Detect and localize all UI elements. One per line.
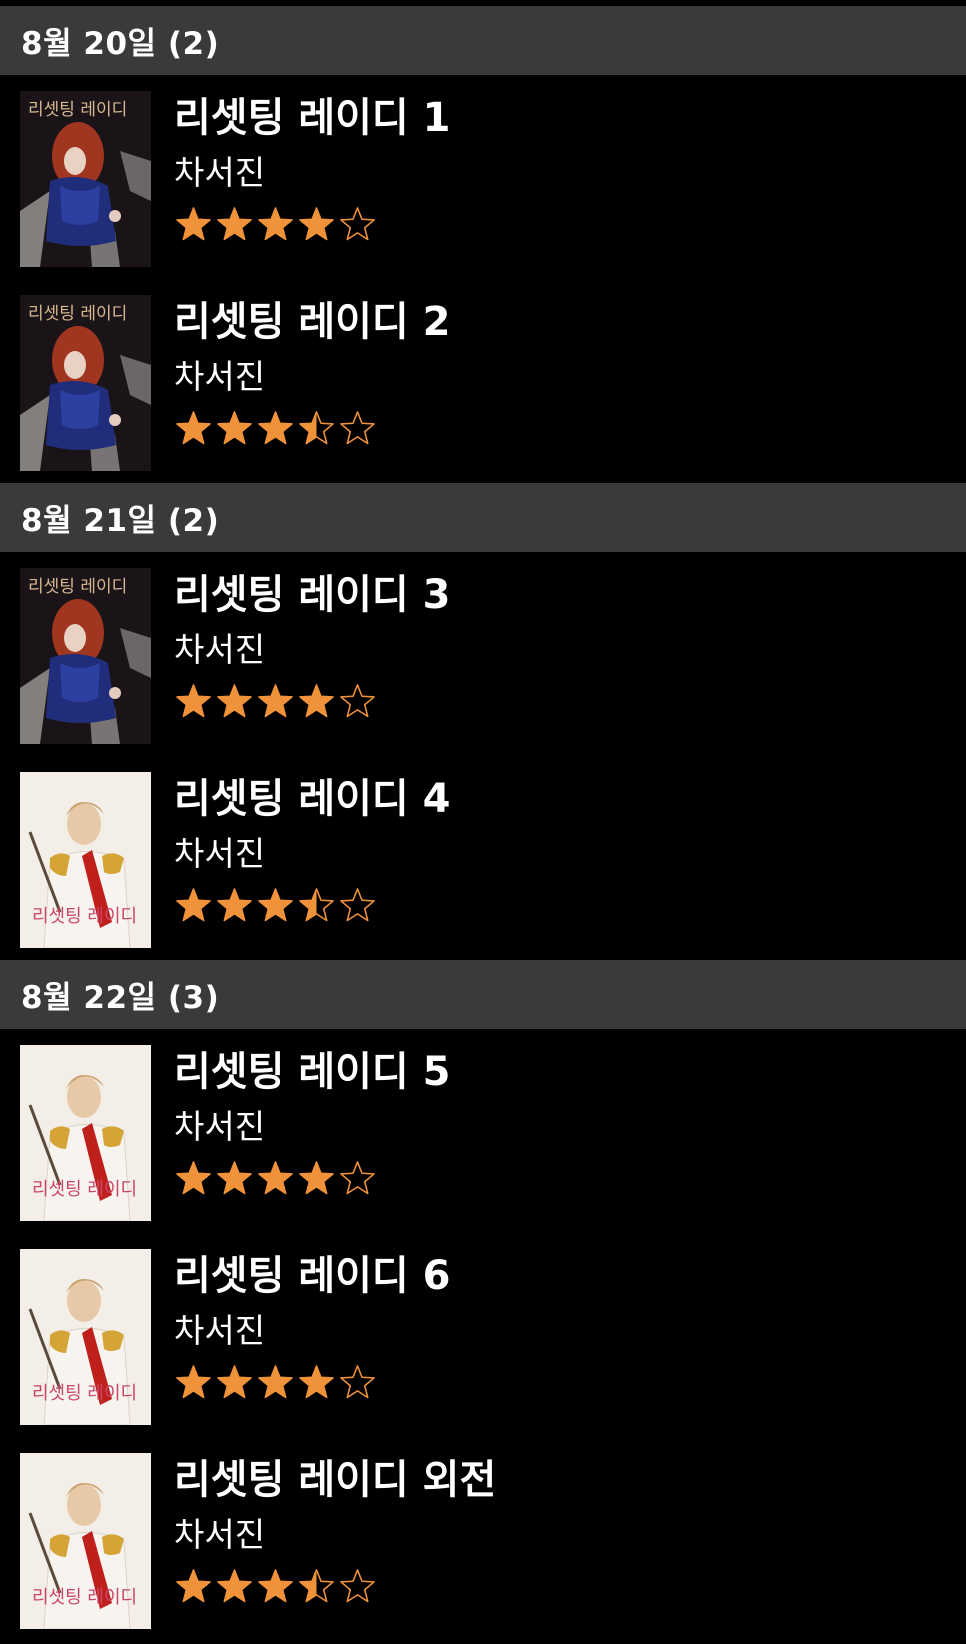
book-title: 리셋팅 레이디 5 <box>174 1049 451 1095</box>
star-full-icon <box>256 1363 295 1407</box>
book-cover-image: 리셋팅 레이디 <box>20 1249 151 1425</box>
star-full-icon <box>297 682 336 726</box>
star-full-icon <box>297 1159 336 1203</box>
star-rating <box>174 1363 946 1407</box>
section-header: 8월 22일 (3) <box>0 960 966 1029</box>
star-full-icon <box>174 205 213 249</box>
book-list: 8월 20일 (2) 리셋팅 레이디 리셋팅 레이디 1 차서진 리셋팅 레이디 … <box>0 6 966 1641</box>
book-title: 리셋팅 레이디 3 <box>174 572 451 618</box>
star-full-icon <box>215 1363 254 1407</box>
star-full-icon <box>256 409 295 453</box>
book-title: 리셋팅 레이디 외전 <box>174 1457 497 1503</box>
star-full-icon <box>256 205 295 249</box>
star-full-icon <box>215 409 254 453</box>
book-info: 리셋팅 레이디 3 차서진 <box>174 568 946 726</box>
book-cover-image: 리셋팅 레이디 <box>20 1045 151 1221</box>
star-empty-icon <box>338 1567 377 1611</box>
book-row[interactable]: 리셋팅 레이디 리셋팅 레이디 6 차서진 <box>0 1233 966 1437</box>
star-empty-icon <box>338 205 377 249</box>
book-author: 차서진 <box>174 834 266 873</box>
star-full-icon <box>256 1159 295 1203</box>
star-full-icon <box>215 682 254 726</box>
star-full-icon <box>297 1363 336 1407</box>
star-full-icon <box>174 1363 213 1407</box>
star-full-icon <box>256 886 295 930</box>
book-title: 리셋팅 레이디 4 <box>174 776 451 822</box>
book-author: 차서진 <box>174 630 266 669</box>
book-author: 차서진 <box>174 1311 266 1350</box>
star-full-icon <box>174 1567 213 1611</box>
star-rating <box>174 886 946 930</box>
star-empty-icon <box>338 409 377 453</box>
cover-title-text: 리셋팅 레이디 <box>28 100 127 120</box>
cover-title-text: 리셋팅 레이디 <box>32 906 137 927</box>
book-row[interactable]: 리셋팅 레이디 리셋팅 레이디 2 차서진 <box>0 279 966 483</box>
book-info: 리셋팅 레이디 2 차서진 <box>174 295 946 453</box>
book-author: 차서진 <box>174 153 266 192</box>
star-full-icon <box>174 682 213 726</box>
book-cover-image: 리셋팅 레이디 <box>20 1453 151 1629</box>
star-half-icon <box>297 409 336 453</box>
section-header: 8월 20일 (2) <box>0 6 966 75</box>
cover-title-text: 리셋팅 레이디 <box>28 304 127 324</box>
book-author: 차서진 <box>174 357 266 396</box>
star-rating <box>174 1567 946 1611</box>
star-half-icon <box>297 886 336 930</box>
star-rating <box>174 205 946 249</box>
star-full-icon <box>297 205 336 249</box>
book-title: 리셋팅 레이디 2 <box>174 299 451 345</box>
star-full-icon <box>174 409 213 453</box>
book-row[interactable]: 리셋팅 레이디 리셋팅 레이디 외전차서진 <box>0 1437 966 1641</box>
star-empty-icon <box>338 682 377 726</box>
star-empty-icon <box>338 886 377 930</box>
book-title: 리셋팅 레이디 6 <box>174 1253 451 1299</box>
star-full-icon <box>215 1159 254 1203</box>
star-empty-icon <box>338 1159 377 1203</box>
book-info: 리셋팅 레이디 6 차서진 <box>174 1249 946 1407</box>
cover-title-text: 리셋팅 레이디 <box>32 1383 137 1404</box>
book-author: 차서진 <box>174 1107 266 1146</box>
star-full-icon <box>256 1567 295 1611</box>
star-full-icon <box>174 1159 213 1203</box>
book-info: 리셋팅 레이디 외전차서진 <box>174 1453 946 1611</box>
book-author: 차서진 <box>174 1515 266 1554</box>
star-full-icon <box>174 886 213 930</box>
book-info: 리셋팅 레이디 4 차서진 <box>174 772 946 930</box>
star-full-icon <box>215 205 254 249</box>
book-row[interactable]: 리셋팅 레이디 리셋팅 레이디 4 차서진 <box>0 756 966 960</box>
cover-title-text: 리셋팅 레이디 <box>28 577 127 597</box>
star-full-icon <box>215 1567 254 1611</box>
star-full-icon <box>256 682 295 726</box>
book-title: 리셋팅 레이디 1 <box>174 95 451 141</box>
book-row[interactable]: 리셋팅 레이디 리셋팅 레이디 3 차서진 <box>0 552 966 756</box>
star-half-icon <box>297 1567 336 1611</box>
book-info: 리셋팅 레이디 5 차서진 <box>174 1045 946 1203</box>
book-cover-image: 리셋팅 레이디 <box>20 91 151 267</box>
star-rating <box>174 1159 946 1203</box>
book-cover-image: 리셋팅 레이디 <box>20 568 151 744</box>
section-header: 8월 21일 (2) <box>0 483 966 552</box>
book-row[interactable]: 리셋팅 레이디 리셋팅 레이디 1 차서진 <box>0 75 966 279</box>
book-cover-image: 리셋팅 레이디 <box>20 772 151 948</box>
star-empty-icon <box>338 1363 377 1407</box>
book-cover-image: 리셋팅 레이디 <box>20 295 151 471</box>
cover-title-text: 리셋팅 레이디 <box>32 1587 137 1608</box>
cover-title-text: 리셋팅 레이디 <box>32 1179 137 1200</box>
book-info: 리셋팅 레이디 1 차서진 <box>174 91 946 249</box>
book-row[interactable]: 리셋팅 레이디 리셋팅 레이디 5 차서진 <box>0 1029 966 1233</box>
star-rating <box>174 682 946 726</box>
star-full-icon <box>215 886 254 930</box>
star-rating <box>174 409 946 453</box>
